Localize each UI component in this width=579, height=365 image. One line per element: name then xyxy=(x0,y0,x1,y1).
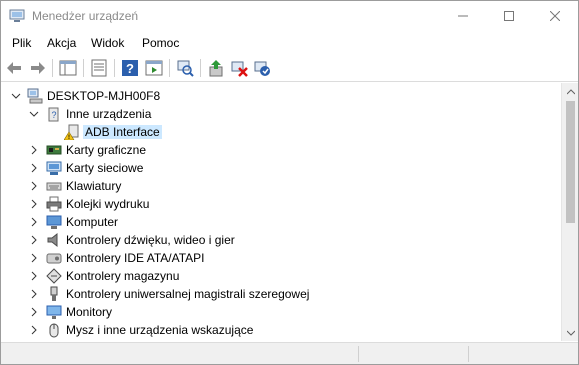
tree-item-label: Monitory xyxy=(66,305,113,319)
tree-item-label: Kontrolery dźwięku, wideo i gier xyxy=(66,233,235,247)
sound-icon xyxy=(47,232,58,248)
vertical-scrollbar[interactable] xyxy=(561,83,578,341)
computer-icon xyxy=(27,88,43,104)
close-button[interactable] xyxy=(532,1,578,31)
chevron-down-icon xyxy=(566,330,575,336)
tree-item-label: Inne urządzenia xyxy=(66,107,152,121)
chevron-right-icon[interactable] xyxy=(29,253,39,263)
status-segment xyxy=(359,346,469,362)
menu-bar: Plik Akcja Widok Pomoc xyxy=(1,32,578,54)
tree-item-label: Karty graficzne xyxy=(66,143,147,157)
disable-device-icon[interactable] xyxy=(230,59,248,77)
tree-item-adb-interface[interactable]: ! ADB Interface xyxy=(1,123,561,141)
run-icon[interactable] xyxy=(145,59,163,77)
tree-item-other-devices[interactable]: ? Inne urządzenia xyxy=(1,105,561,123)
toolbar: ? xyxy=(1,54,578,82)
svg-text:?: ? xyxy=(51,110,56,120)
tree-item-label: Karty sieciowe xyxy=(66,161,144,175)
tree-item-label: Kolejki wydruku xyxy=(66,197,150,211)
maximize-icon xyxy=(504,11,514,21)
chevron-right-icon[interactable] xyxy=(29,289,39,299)
title-bar[interactable]: Menedżer urządzeń xyxy=(1,1,578,31)
update-driver-icon[interactable] xyxy=(207,59,225,77)
uninstall-device-icon[interactable] xyxy=(253,59,271,77)
tree-item-usb-controllers[interactable]: Kontrolery uniwersalnej magistrali szere… xyxy=(1,285,561,303)
help-icon[interactable]: ? xyxy=(121,59,139,77)
chevron-right-icon[interactable] xyxy=(29,325,39,335)
tree-item-sound-controllers[interactable]: Kontrolery dźwięku, wideo i gier xyxy=(1,231,561,249)
close-icon xyxy=(550,11,560,21)
scan-hardware-icon[interactable] xyxy=(176,59,194,77)
svg-text:?: ? xyxy=(126,61,134,76)
usb-icon xyxy=(50,286,58,301)
warning-device-icon: ! xyxy=(64,124,79,140)
network-adapter-icon xyxy=(46,161,62,175)
toolbar-separator xyxy=(52,59,53,77)
chevron-right-icon[interactable] xyxy=(29,217,39,227)
chevron-right-icon[interactable] xyxy=(29,199,39,209)
tree-item-network-adapters[interactable]: Karty sieciowe xyxy=(1,159,561,177)
tree-item-display-adapters[interactable]: Karty graficzne xyxy=(1,141,561,159)
monitor-icon xyxy=(46,305,62,319)
status-bar xyxy=(1,342,578,364)
computer-icon xyxy=(46,215,62,229)
chevron-right-icon[interactable] xyxy=(29,181,39,191)
storage-icon xyxy=(46,268,62,284)
tree-item-label: Kontrolery uniwersalnej magistrali szere… xyxy=(66,287,310,301)
back-icon[interactable] xyxy=(6,59,24,77)
minimize-button[interactable] xyxy=(440,1,486,31)
tree-item-monitors[interactable]: Monitory xyxy=(1,303,561,321)
tree-root-label: DESKTOP-MJH00F8 xyxy=(47,89,161,103)
keyboard-icon xyxy=(46,182,62,191)
chevron-right-icon[interactable] xyxy=(29,271,39,281)
tree-item-label: ADB Interface xyxy=(83,125,162,139)
menu-help[interactable]: Pomoc xyxy=(142,36,179,50)
tree-root-row[interactable]: DESKTOP-MJH00F8 xyxy=(1,87,561,105)
tree-item-ide-controllers[interactable]: Kontrolery IDE ATA/ATAPI xyxy=(1,249,561,267)
chevron-up-icon xyxy=(566,88,575,94)
toolbar-separator xyxy=(169,59,170,77)
mouse-icon xyxy=(49,323,59,338)
chevron-right-icon[interactable] xyxy=(29,235,39,245)
tree-item-mice[interactable]: Mysz i inne urządzenia wskazujące xyxy=(1,321,561,339)
status-segment xyxy=(1,346,359,362)
other-devices-icon: ? xyxy=(48,107,59,122)
svg-text:!: ! xyxy=(68,135,70,140)
scroll-down-button[interactable] xyxy=(562,324,579,341)
tree-item-label: Klawiatury xyxy=(66,179,122,193)
menu-view[interactable]: Widok xyxy=(91,36,124,50)
properties-icon[interactable] xyxy=(90,59,108,77)
display-adapter-icon xyxy=(46,145,62,155)
tree-item-label: Komputer xyxy=(66,215,119,229)
minimize-icon xyxy=(458,15,468,17)
printer-icon xyxy=(46,196,62,212)
tree-item-label: Kontrolery magazynu xyxy=(66,269,180,283)
tree-item-keyboards[interactable]: Klawiatury xyxy=(1,177,561,195)
window-title: Menedżer urządzeń xyxy=(32,9,139,23)
scroll-up-button[interactable] xyxy=(562,83,579,100)
ide-icon xyxy=(46,253,62,264)
chevron-right-icon[interactable] xyxy=(29,145,39,155)
tree-item-label: Kontrolery IDE ATA/ATAPI xyxy=(66,251,205,265)
chevron-right-icon[interactable] xyxy=(29,163,39,173)
tree-item-print-queues[interactable]: Kolejki wydruku xyxy=(1,195,561,213)
device-tree[interactable]: DESKTOP-MJH00F8 ? Inne urządzenia ! ADB … xyxy=(1,83,561,341)
toolbar-separator xyxy=(114,59,115,77)
chevron-down-icon[interactable] xyxy=(11,91,21,101)
device-manager-window: Menedżer urządzeń Plik Akcja Widok Pomoc xyxy=(0,0,579,365)
tree-item-label: Mysz i inne urządzenia wskazujące xyxy=(66,323,254,337)
menu-file[interactable]: Plik xyxy=(12,36,31,50)
scrollbar-thumb[interactable] xyxy=(566,101,575,223)
device-manager-app-icon xyxy=(9,9,25,22)
show-hide-console-tree-icon[interactable] xyxy=(59,59,77,77)
tree-item-computer[interactable]: Komputer xyxy=(1,213,561,231)
toolbar-separator xyxy=(83,59,84,77)
toolbar-separator xyxy=(200,59,201,77)
chevron-right-icon[interactable] xyxy=(29,307,39,317)
forward-icon[interactable] xyxy=(28,59,46,77)
maximize-button[interactable] xyxy=(486,1,532,31)
chevron-down-icon[interactable] xyxy=(29,109,39,119)
menu-action[interactable]: Akcja xyxy=(47,36,76,50)
tree-item-storage-controllers[interactable]: Kontrolery magazynu xyxy=(1,267,561,285)
